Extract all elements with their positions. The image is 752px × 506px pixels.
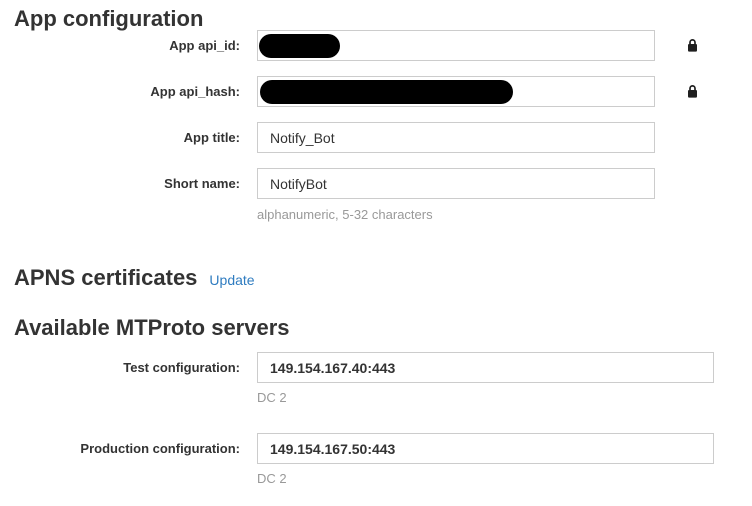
short-name-input[interactable] xyxy=(257,168,655,199)
app-title-input-wrap xyxy=(257,122,655,153)
short-name-label: Short name: xyxy=(0,176,240,191)
apns-update-link[interactable]: Update xyxy=(209,272,254,288)
api-id-redaction-overlay xyxy=(259,34,340,58)
form-row-production-configuration: Production configuration: xyxy=(0,433,752,464)
form-row-test-configuration: Test configuration: xyxy=(0,352,752,383)
form-row-api-hash: App api_hash: xyxy=(0,76,752,107)
app-configuration-page: App configuration App api_id: App api_ha… xyxy=(0,0,752,506)
form-row-api-id: App api_id: xyxy=(0,30,752,61)
production-configuration-input[interactable] xyxy=(257,433,714,464)
apns-section-header: APNS certificates Update xyxy=(0,267,752,289)
short-name-hint: alphanumeric, 5-32 characters xyxy=(257,207,752,222)
api-hash-redaction-overlay xyxy=(260,80,513,104)
form-row-short-name: Short name: xyxy=(0,168,752,199)
form-row-app-title: App title: xyxy=(0,122,752,153)
test-configuration-input-wrap xyxy=(257,352,714,383)
app-title-label: App title: xyxy=(0,130,240,145)
short-name-input-wrap xyxy=(257,168,655,199)
section-title-apns-certificates: APNS certificates xyxy=(14,267,197,289)
section-title-mtproto-servers: Available MTProto servers xyxy=(14,317,752,339)
api-id-label: App api_id: xyxy=(0,38,240,53)
test-configuration-hint: DC 2 xyxy=(257,390,752,405)
mtproto-section-header: Available MTProto servers xyxy=(0,317,752,339)
test-configuration-label: Test configuration: xyxy=(0,360,240,375)
section-title-app-configuration: App configuration xyxy=(14,8,752,30)
api-id-input-wrap xyxy=(257,30,655,61)
api-hash-input-wrap xyxy=(257,76,655,107)
production-configuration-input-wrap xyxy=(257,433,714,464)
lock-icon xyxy=(686,38,699,53)
production-configuration-hint: DC 2 xyxy=(257,471,752,486)
app-title-input[interactable] xyxy=(257,122,655,153)
test-configuration-input[interactable] xyxy=(257,352,714,383)
lock-icon xyxy=(686,84,699,99)
api-hash-label: App api_hash: xyxy=(0,84,240,99)
production-configuration-label: Production configuration: xyxy=(0,441,240,456)
